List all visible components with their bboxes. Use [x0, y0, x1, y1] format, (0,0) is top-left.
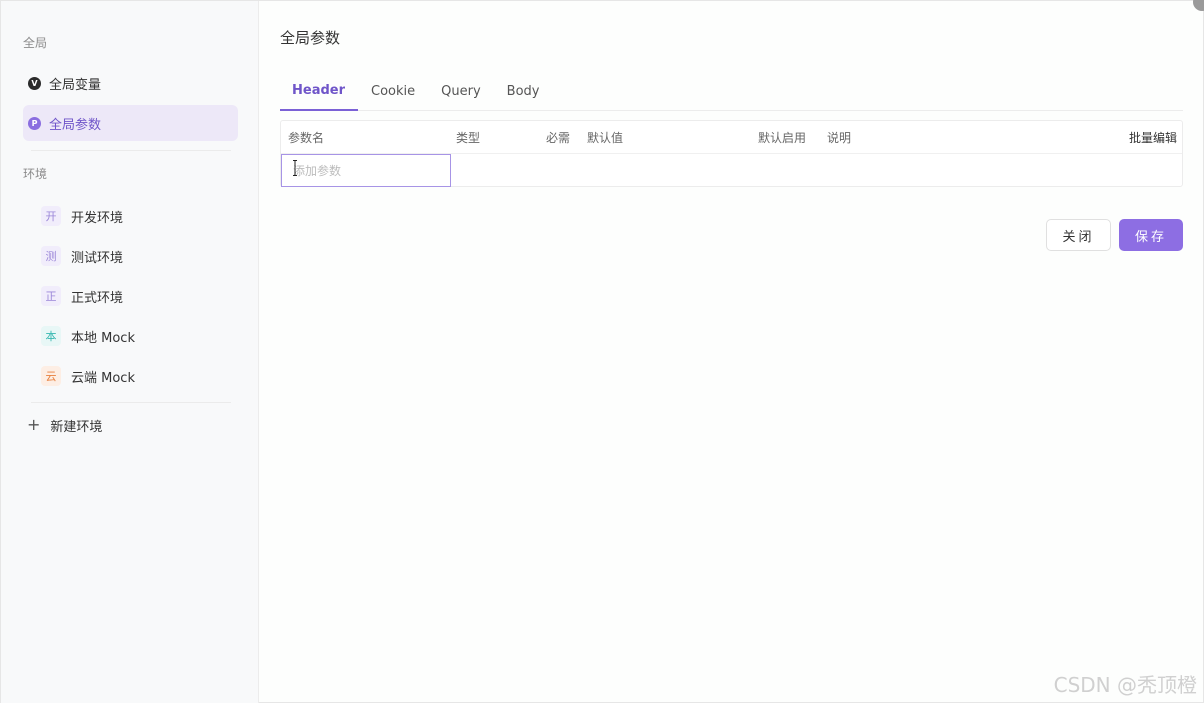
sidebar-item-global-params[interactable]: P 全局参数: [23, 105, 238, 141]
env-item-test[interactable]: 测 测试环境: [41, 242, 236, 270]
add-param-input[interactable]: [281, 154, 451, 187]
table-header: 参数名 类型 必需 默认值 默认启用 说明 批量编辑: [281, 121, 1182, 154]
column-header-enabled: 默认启用: [758, 131, 807, 145]
tab-body[interactable]: Body: [494, 71, 553, 111]
sidebar-section-env: 环境: [23, 167, 48, 181]
env-item-label: 云端 Mock: [71, 370, 135, 386]
sidebar-divider: [31, 402, 231, 403]
env-badge-icon: 测: [41, 246, 61, 266]
bulk-edit-button[interactable]: 批量编辑: [1129, 121, 1177, 154]
column-header-required: 必需: [546, 131, 571, 145]
env-item-dev[interactable]: 开 开发环境: [41, 202, 236, 230]
tab-header[interactable]: Header: [280, 71, 359, 111]
env-item-cloud-mock[interactable]: 云 云端 Mock: [41, 362, 236, 390]
env-badge-icon: 本: [41, 326, 61, 346]
app-window: 全局 V 全局变量 P 全局参数 环境 开 开发环境 测 测试环境 正 正式环境: [0, 0, 1204, 703]
sidebar-item-label: 全局参数: [49, 117, 102, 133]
new-env-label: 新建环境: [50, 419, 103, 435]
env-item-label: 测试环境: [71, 250, 124, 266]
env-item-label: 正式环境: [71, 290, 124, 306]
tab-query[interactable]: Query: [428, 71, 494, 111]
env-badge-icon: 正: [41, 286, 61, 306]
tab-bar: Header Cookie Query Body: [280, 71, 1183, 111]
watermark: CSDN @秃顶橙: [1053, 673, 1197, 697]
env-item-label: 本地 Mock: [71, 330, 135, 346]
params-table: 参数名 类型 必需 默认值 默认启用 说明 批量编辑: [280, 120, 1183, 187]
main-panel: 全局参数 Header Cookie Query Body 参数名 类型 必需 …: [259, 1, 1204, 703]
save-button[interactable]: 保存: [1119, 219, 1183, 251]
env-item-local-mock[interactable]: 本 本地 Mock: [41, 322, 236, 350]
sidebar-item-label: 全局变量: [49, 77, 102, 93]
column-header-description: 说明: [827, 131, 852, 145]
column-header-type: 类型: [456, 131, 481, 145]
env-item-prod[interactable]: 正 正式环境: [41, 282, 236, 310]
parameter-icon: P: [28, 116, 41, 130]
sidebar-item-global-vars[interactable]: V 全局变量: [23, 65, 238, 101]
page-title: 全局参数: [280, 29, 341, 47]
plus-icon: +: [27, 415, 41, 434]
sidebar: 全局 V 全局变量 P 全局参数 环境 开 开发环境 测 测试环境 正 正式环境: [1, 1, 259, 703]
sidebar-divider: [31, 150, 231, 151]
column-header-default: 默认值: [587, 131, 624, 145]
env-item-label: 开发环境: [71, 210, 124, 226]
variable-icon: V: [28, 76, 41, 90]
tab-cookie[interactable]: Cookie: [358, 71, 428, 111]
new-env-button[interactable]: + 新建环境: [27, 413, 102, 437]
sidebar-section-global: 全局: [23, 36, 48, 50]
close-button[interactable]: 关闭: [1046, 219, 1111, 251]
env-badge-icon: 云: [41, 366, 61, 386]
env-badge-icon: 开: [41, 206, 61, 226]
column-header-name: 参数名: [288, 131, 325, 145]
